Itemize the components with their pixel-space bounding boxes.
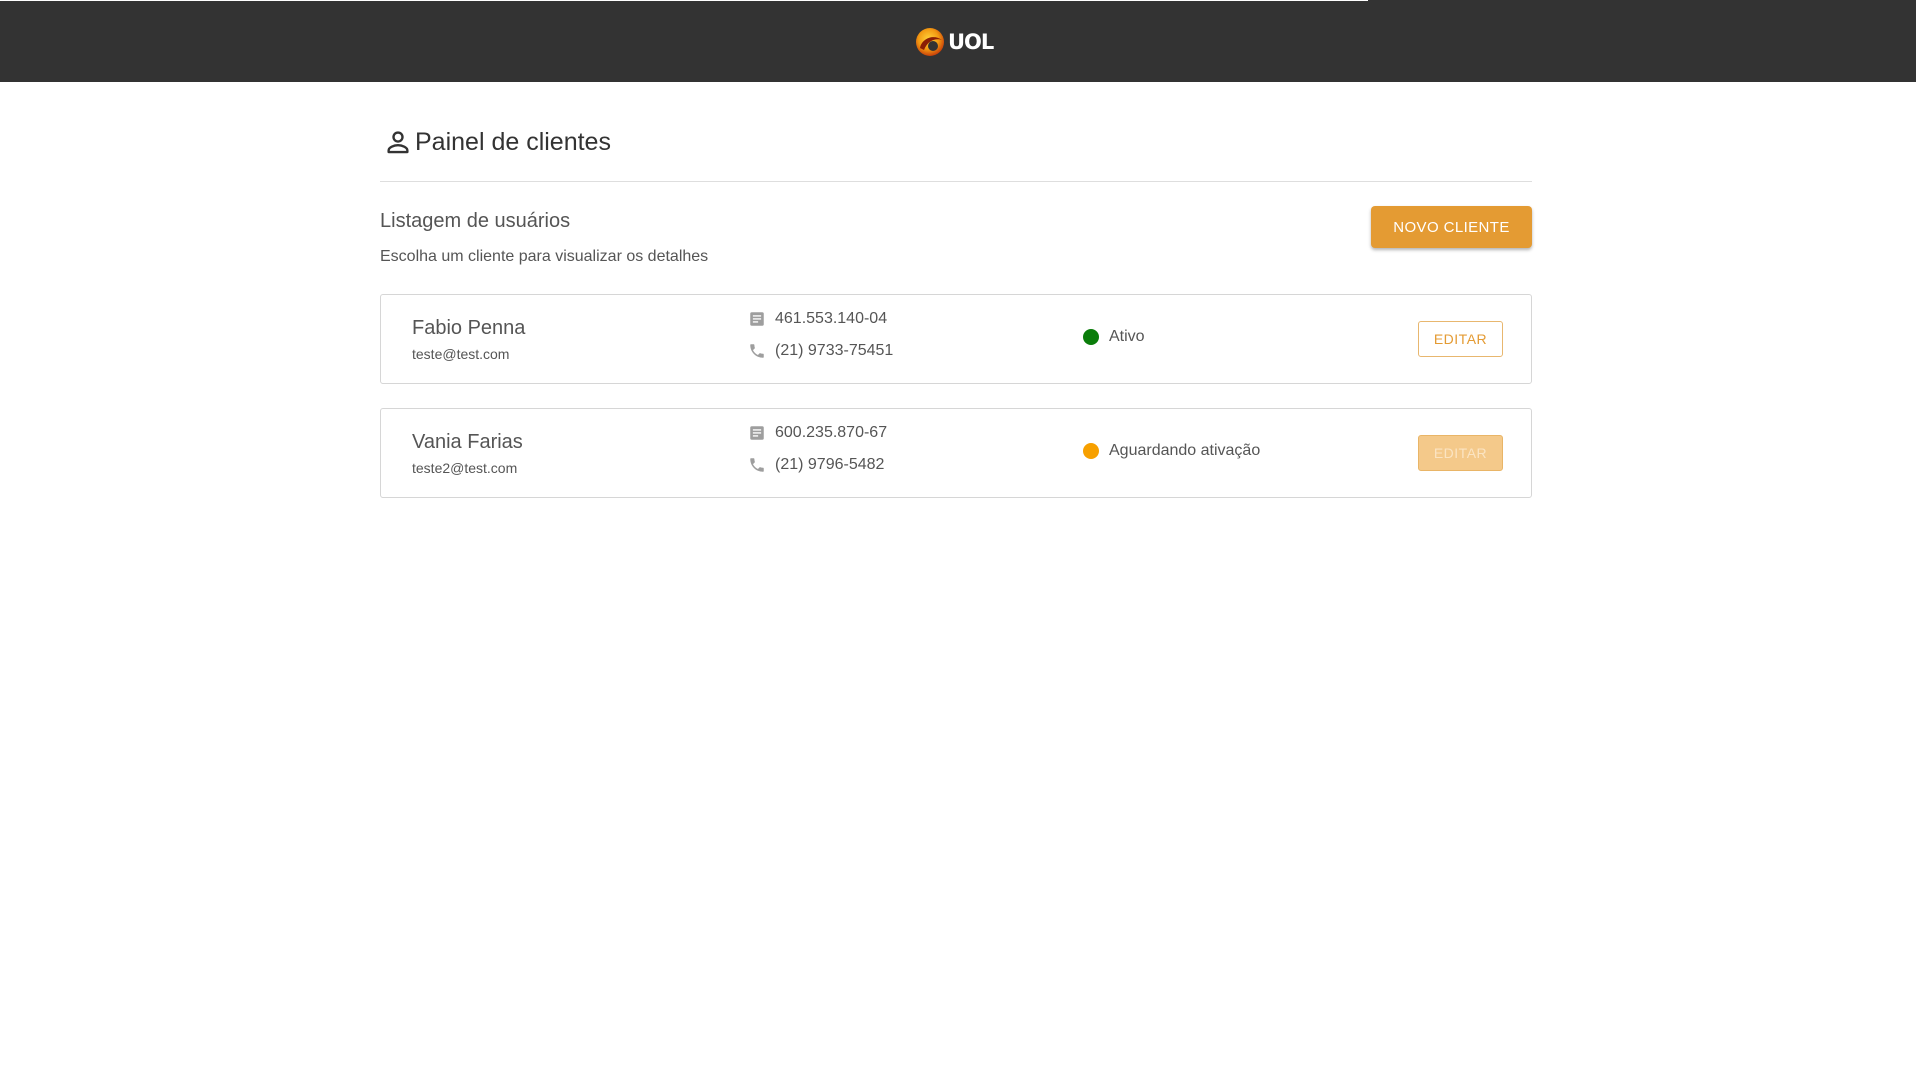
edit-button[interactable]: EDITAR xyxy=(1418,321,1503,357)
client-name: Fabio Penna xyxy=(412,317,526,339)
client-document-number: 461.553.140-04 xyxy=(775,310,888,327)
person-icon xyxy=(387,131,409,154)
new-client-button[interactable]: NOVO CLIENTE xyxy=(1371,206,1532,248)
status-dot-icon xyxy=(1083,443,1099,459)
client-document-number: 600.235.870-67 xyxy=(775,424,888,441)
client-phone-number: (21) 9796-5482 xyxy=(775,456,885,473)
client-email: teste@test.com xyxy=(412,346,510,362)
edit-button[interactable]: EDITAR xyxy=(1418,435,1503,471)
page-title-text: Painel de clientes xyxy=(415,127,611,156)
uol-logo-icon xyxy=(916,28,944,56)
page-title: Painel de clientes xyxy=(380,124,611,160)
uol-logo[interactable]: UOL xyxy=(914,24,994,60)
top-header-bar: UOL xyxy=(0,0,1916,82)
client-email: teste2@test.com xyxy=(412,460,518,476)
status-dot-icon xyxy=(1083,329,1099,345)
status-badge: Ativo xyxy=(1083,326,1145,348)
client-phone: (21) 9796-5482 xyxy=(748,454,884,476)
document-icon xyxy=(750,426,764,440)
status-text: Aguardando ativação xyxy=(1109,442,1261,459)
title-divider xyxy=(380,181,1532,182)
document-icon xyxy=(750,312,764,326)
list-subheading: Escolha um cliente para visualizar os de… xyxy=(380,248,709,265)
phone-icon xyxy=(750,344,764,358)
header-top-line xyxy=(0,0,1368,1)
logo-text: UOL xyxy=(948,30,994,54)
client-card[interactable]: Vania Farias teste2@test.com 600.235.870… xyxy=(380,408,1532,498)
client-name: Vania Farias xyxy=(412,431,523,453)
client-document: 600.235.870-67 xyxy=(748,422,887,444)
phone-icon xyxy=(750,458,764,472)
list-heading: Listagem de usuários xyxy=(380,210,571,232)
client-phone-number: (21) 9733-75451 xyxy=(775,342,894,359)
client-card[interactable]: Fabio Penna teste@test.com 461.553.140-0… xyxy=(380,294,1532,384)
client-document: 461.553.140-04 xyxy=(748,308,887,330)
client-phone: (21) 9733-75451 xyxy=(748,340,893,362)
status-text: Ativo xyxy=(1109,328,1145,345)
status-badge: Aguardando ativação xyxy=(1083,440,1260,462)
